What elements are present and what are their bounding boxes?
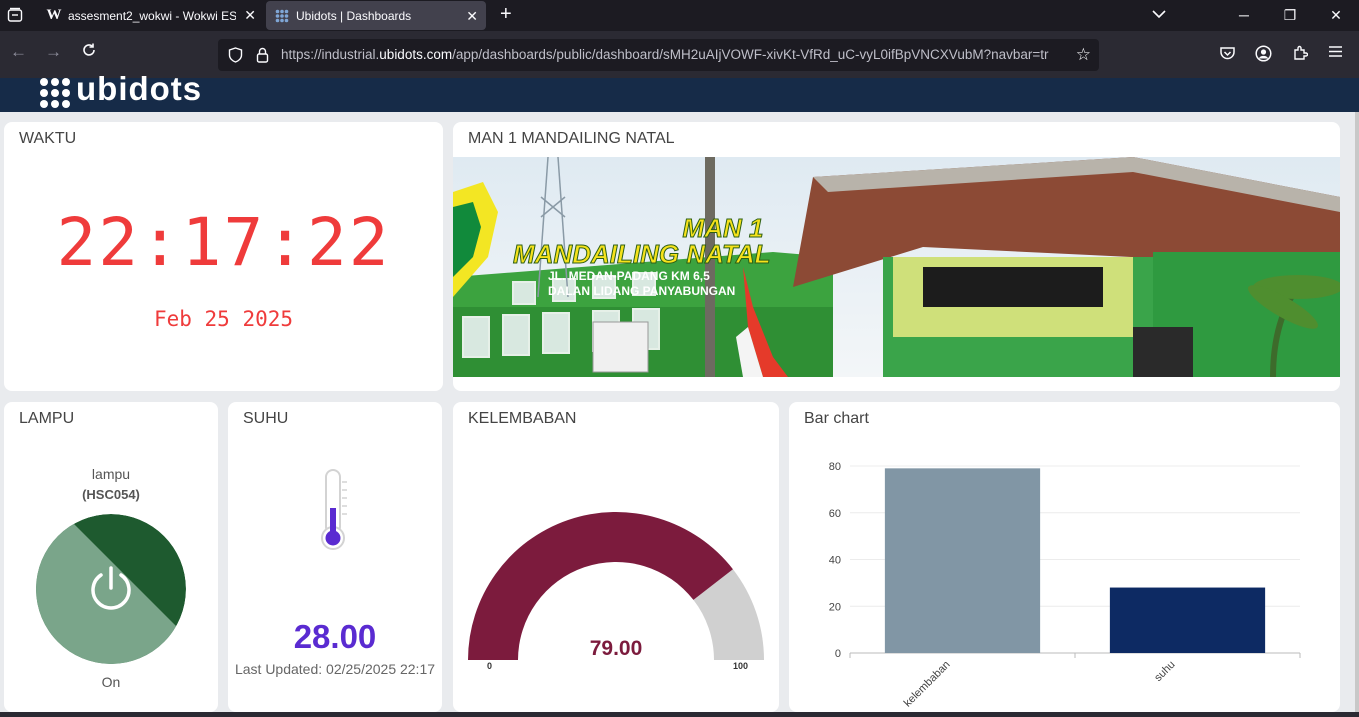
gauge-min-label: 0 (487, 661, 493, 671)
widget-title: LAMPU (19, 410, 75, 427)
thermometer-icon (320, 468, 352, 559)
url-text: https://industrial.ubidots.com/app/dashb… (281, 47, 1061, 62)
minimize-icon[interactable]: ─ (1221, 0, 1267, 31)
power-toggle-button[interactable] (36, 514, 186, 664)
tab-title: assesment2_wokwi - Wokwi ESP (68, 8, 236, 23)
logo-dots-icon (40, 78, 70, 108)
y-tick-label: 20 (829, 601, 841, 613)
widget-lampu: LAMPU lampu (HSC054) On (4, 402, 218, 712)
switch-state: On (101, 674, 121, 690)
url-domain: ubidots.com (379, 47, 453, 62)
school-banner-image: MAN 1 MANDAILING NATAL JL. MEDAN-PADANG … (453, 157, 1340, 377)
tab-ubidots[interactable]: Ubidots | Dashboards ✕ (266, 1, 486, 30)
gauge-value: 79.00 (589, 637, 643, 660)
widget-waktu: WAKTU 22:17:22 Feb 25 2025 (4, 122, 443, 391)
widget-bar-chart: Bar chart 0 20 40 60 80 kelembaban suhu (789, 402, 1340, 712)
menu-icon[interactable] (1328, 45, 1343, 62)
switch-label: lampu (91, 466, 131, 482)
banner-address-line2: DALAN LIDANG PANYABUNGAN (548, 284, 736, 298)
banner-heading-line2: MANDAILING NATAL (513, 239, 772, 270)
reload-icon[interactable] (81, 42, 97, 63)
bar (884, 468, 1041, 653)
bookmark-star-icon[interactable]: ☆ (1076, 45, 1091, 65)
address-bar[interactable]: https://industrial.ubidots.com/app/dashb… (218, 39, 1099, 71)
widget-title: SUHU (243, 410, 289, 427)
shield-icon[interactable] (228, 47, 243, 68)
close-tab-icon[interactable]: ✕ (466, 8, 478, 25)
widget-suhu: SUHU 28.00 Last Updated: 02/25/2025 22:1… (228, 402, 442, 712)
temperature-value: 28.00 (293, 618, 377, 655)
widget-kelembaban: KELEMBABAN 79.00 0 100 (453, 402, 779, 712)
tab-title: Ubidots | Dashboards (296, 8, 412, 23)
extensions-icon[interactable] (1292, 45, 1309, 65)
ubidots-logo: ubidots (40, 70, 202, 108)
y-tick-label: 60 (829, 508, 841, 520)
account-icon[interactable] (1255, 45, 1272, 66)
url-path: /app/dashboards/public/dashboard/sMH2uAI… (452, 47, 1049, 62)
clock-time: 22:17:22 (56, 204, 391, 281)
back-icon[interactable]: ← (10, 42, 27, 62)
logo-text: ubidots (76, 70, 203, 107)
clock-date: Feb 25 2025 (153, 307, 294, 331)
firefox-view-icon[interactable] (7, 7, 23, 26)
y-tick-label: 0 (835, 648, 841, 660)
list-all-tabs-icon[interactable] (1152, 6, 1166, 22)
bar-chart-plot: 0 20 40 60 80 kelembaban suhu (829, 461, 1301, 710)
url-prefix: https://industrial. (281, 47, 380, 62)
taskbar-strip (0, 712, 1359, 717)
y-tick-label: 80 (829, 461, 841, 473)
bar (1109, 587, 1266, 653)
y-tick-label: 40 (829, 555, 841, 567)
close-window-icon[interactable]: ✕ (1313, 0, 1359, 31)
close-tab-icon[interactable]: ✕ (244, 7, 256, 24)
x-tick-label: suhu (1152, 659, 1177, 684)
widget-banner: MAN 1 MANDAILING NATAL MAN 1 MANDAILING … (453, 122, 1340, 391)
dashboard-header: ubidots (0, 70, 1359, 112)
lock-icon[interactable] (256, 47, 269, 68)
page-scrollbar[interactable] (1355, 112, 1359, 712)
widget-title: MAN 1 MANDAILING NATAL (468, 130, 675, 147)
new-tab-icon[interactable]: + (500, 3, 512, 26)
pocket-icon[interactable] (1219, 45, 1236, 65)
banner-address-line1: JL. MEDAN-PADANG KM 6,5 (548, 269, 710, 283)
widget-title: WAKTU (19, 130, 77, 147)
humidity-gauge (468, 512, 764, 660)
forward-icon[interactable]: → (45, 42, 62, 62)
last-updated: Last Updated: 02/25/2025 22:17 (234, 661, 436, 677)
browser-tab-bar: W assesment2_wokwi - Wokwi ESP ✕ Ubidots… (0, 0, 1359, 31)
tab-wokwi[interactable]: W assesment2_wokwi - Wokwi ESP ✕ (38, 0, 264, 31)
gauge-max-label: 100 (733, 661, 749, 671)
switch-device: (HSC054) (82, 487, 140, 502)
restore-icon[interactable]: ❐ (1267, 0, 1313, 31)
ubidots-favicon-icon (274, 8, 290, 24)
power-icon (86, 564, 136, 619)
x-tick-label: kelembaban (902, 659, 953, 710)
navigation-toolbar: ← → https://industrial.ubidots.com/app/d… (0, 31, 1359, 78)
wikipedia-favicon-icon: W (46, 7, 62, 23)
